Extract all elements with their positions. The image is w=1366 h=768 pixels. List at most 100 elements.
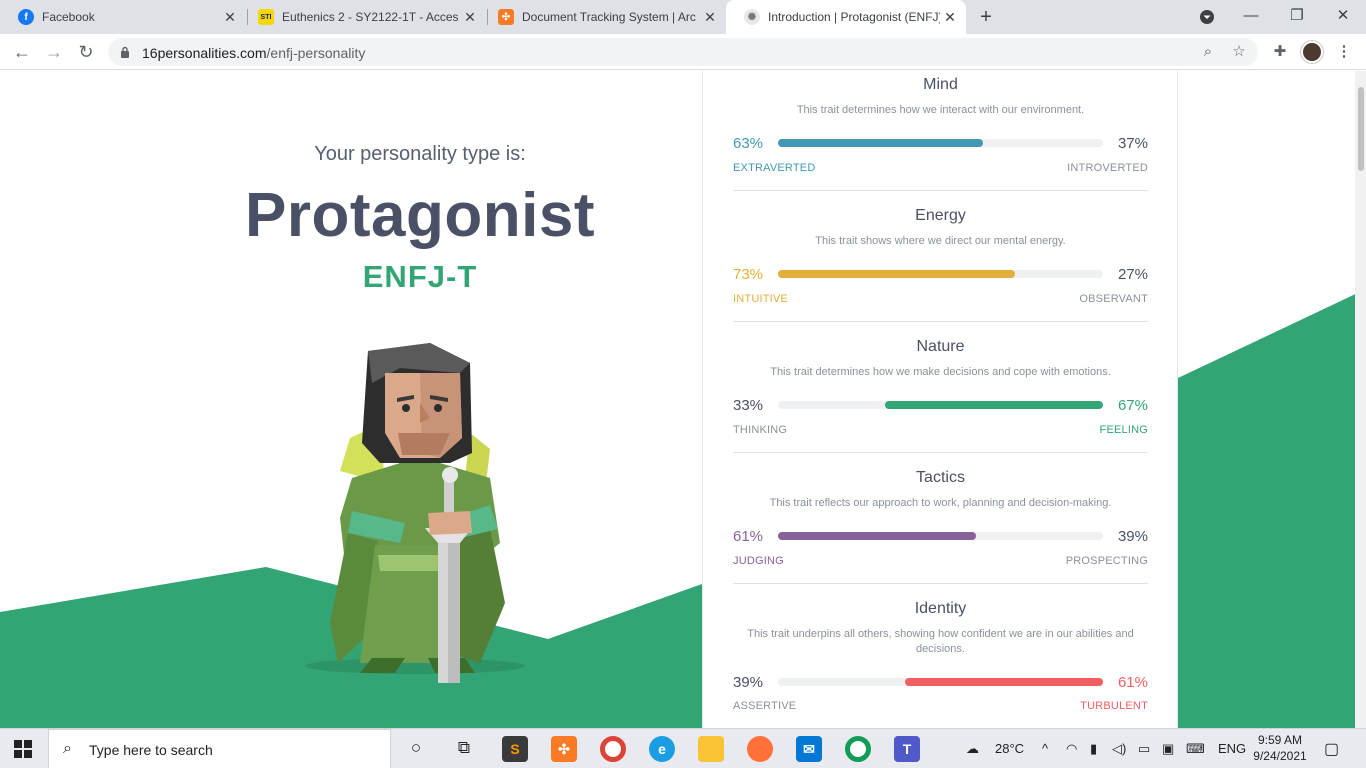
trait-mind: Mind This trait determines how we intera… <box>733 71 1148 191</box>
zoom-icon[interactable]: ⌕ <box>1198 42 1218 62</box>
trait-right-percent: 61% <box>1117 674 1148 691</box>
tab-title: Facebook <box>42 10 95 24</box>
trait-bar <box>778 678 1103 686</box>
trait-title: Nature <box>916 338 965 355</box>
trait-left-label: ASSERTIVE <box>733 700 797 712</box>
back-button[interactable]: ← <box>10 40 34 64</box>
file-explorer-icon[interactable] <box>698 736 724 762</box>
keyboard-icon[interactable]: ⌨ <box>1186 741 1205 757</box>
trait-tactics: Tactics This trait reflects our approach… <box>733 464 1148 584</box>
trait-title: Mind <box>923 76 958 93</box>
chrome-icon[interactable] <box>600 736 626 762</box>
battery-icon[interactable]: ▭ <box>1138 741 1150 757</box>
firefox-icon[interactable] <box>747 736 773 762</box>
trait-right-percent: 67% <box>1117 397 1148 414</box>
mail-icon[interactable]: ✉ <box>796 736 822 762</box>
microphone-icon[interactable]: ▮ <box>1090 741 1097 757</box>
tab-protagonist[interactable]: ✺ Introduction | Protagonist (ENFJ) ✕ <box>726 0 966 34</box>
intro-label: Your personality type is: <box>314 143 526 165</box>
trait-bar <box>778 401 1103 409</box>
trait-description: This trait determines how we interact wi… <box>796 104 1085 116</box>
taskbar-search-input[interactable]: ⌕ Type here to search <box>48 729 391 768</box>
trait-nature: Nature This trait determines how we make… <box>733 333 1148 453</box>
teams-icon[interactable]: T <box>894 736 920 762</box>
trait-right-label: INTROVERTED <box>1067 162 1148 174</box>
url-path: /enfj-personality <box>266 45 366 61</box>
trait-identity: Identity This trait underpins all others… <box>733 595 1148 728</box>
lock-icon <box>121 46 129 58</box>
trait-bar-fill <box>885 401 1103 409</box>
wifi-icon[interactable]: ◠ <box>1066 741 1077 757</box>
trait-right-percent: 39% <box>1117 528 1148 545</box>
notifications-icon[interactable]: ▢ <box>1324 739 1339 759</box>
restore-button[interactable]: ❐ <box>1274 0 1320 34</box>
protagonist-character-illustration <box>305 343 525 683</box>
chrome-profile-icon[interactable] <box>845 736 871 762</box>
tab-facebook[interactable]: f Facebook ✕ <box>0 0 246 34</box>
trait-left-label: JUDGING <box>733 555 784 567</box>
tab-title: Document Tracking System | Arc <box>522 10 696 24</box>
url-text: 16personalities.com/enfj-personality <box>142 45 365 61</box>
clock-date: 9/24/2021 <box>1253 749 1307 763</box>
trait-left-label: THINKING <box>733 424 788 436</box>
volume-icon[interactable]: ◁) <box>1112 741 1126 757</box>
16personalities-icon: ✺ <box>744 9 760 25</box>
trait-bar-fill <box>904 678 1103 686</box>
task-view-icon[interactable]: ⧉ <box>452 738 476 758</box>
weather-icon[interactable]: ☁ <box>966 741 979 757</box>
tab-title: Euthenics 2 - SY2122-1T - Access <box>282 10 458 24</box>
trait-bar <box>778 532 1103 540</box>
trait-right-percent: 37% <box>1117 135 1148 152</box>
windows-start-icon[interactable] <box>14 740 32 758</box>
trait-bar-fill <box>778 532 977 540</box>
url-domain: 16personalities.com <box>142 45 267 61</box>
sublime-text-icon[interactable]: S <box>502 736 528 762</box>
language-indicator[interactable]: ENG <box>1218 741 1246 756</box>
tab-strip: f Facebook ✕ STI Euthenics 2 - SY2122-1T… <box>0 0 1366 34</box>
bookmark-star-icon[interactable]: ☆ <box>1229 42 1249 62</box>
xampp-icon[interactable]: ✣ <box>551 736 577 762</box>
trait-right-label: OBSERVANT <box>1079 293 1148 305</box>
browser-toolbar: ← → ↻ 16personalities.com/enfj-personali… <box>0 34 1366 70</box>
trait-left-percent: 39% <box>733 674 764 691</box>
tab-document-tracking[interactable]: ✣ Document Tracking System | Arc ✕ <box>480 0 726 34</box>
weather-temp[interactable]: 28°C <box>995 741 1024 756</box>
trait-title: Tactics <box>916 469 965 486</box>
scrollbar-thumb[interactable] <box>1358 87 1364 171</box>
close-window-button[interactable]: ✕ <box>1320 0 1366 34</box>
chevron-up-icon[interactable]: ^ <box>1042 741 1048 756</box>
trait-energy: Energy This trait shows where we direct … <box>733 202 1148 322</box>
trait-description: This trait reflects our approach to work… <box>769 497 1112 509</box>
minimize-button[interactable]: — <box>1228 0 1274 34</box>
close-icon[interactable]: ✕ <box>222 9 238 25</box>
edge-icon[interactable]: e <box>649 736 675 762</box>
reload-button[interactable]: ↻ <box>74 40 98 64</box>
trait-title: Energy <box>915 207 966 224</box>
clock-time: 9:59 AM <box>1257 733 1303 747</box>
avatar[interactable] <box>1301 41 1323 63</box>
search-placeholder: Type here to search <box>89 742 213 758</box>
menu-icon[interactable]: ⋮ <box>1334 42 1354 62</box>
trait-description: This trait determines how we make decisi… <box>770 366 1111 378</box>
close-icon[interactable]: ✕ <box>942 9 958 25</box>
forward-button[interactable]: → <box>42 40 66 64</box>
extensions-icon[interactable]: ✚ <box>1270 42 1290 62</box>
close-icon[interactable]: ✕ <box>462 9 478 25</box>
camera-icon[interactable]: ▣ <box>1162 741 1174 757</box>
type-name: Protagonist <box>245 181 595 250</box>
tab-search-button[interactable] <box>1184 0 1230 34</box>
trait-left-percent: 61% <box>733 528 764 545</box>
address-bar[interactable]: 16personalities.com/enfj-personality ⌕ ☆ <box>108 38 1258 66</box>
trait-right-label: PROSPECTING <box>1065 555 1148 567</box>
trait-bar-fill <box>778 139 983 147</box>
taskbar-clock[interactable]: 9:59 AM 9/24/2021 <box>1252 732 1308 764</box>
xampp-icon: ✣ <box>498 9 514 25</box>
close-icon[interactable]: ✕ <box>702 9 718 25</box>
tab-euthenics[interactable]: STI Euthenics 2 - SY2122-1T - Access ✕ <box>240 0 486 34</box>
cortana-icon[interactable]: ○ <box>404 738 428 758</box>
trait-right-label: TURBULENT <box>1080 700 1148 712</box>
trait-right-percent: 27% <box>1117 266 1148 283</box>
trait-left-percent: 33% <box>733 397 764 414</box>
new-tab-button[interactable]: + <box>976 7 996 27</box>
type-code: ENFJ-T <box>362 259 478 294</box>
